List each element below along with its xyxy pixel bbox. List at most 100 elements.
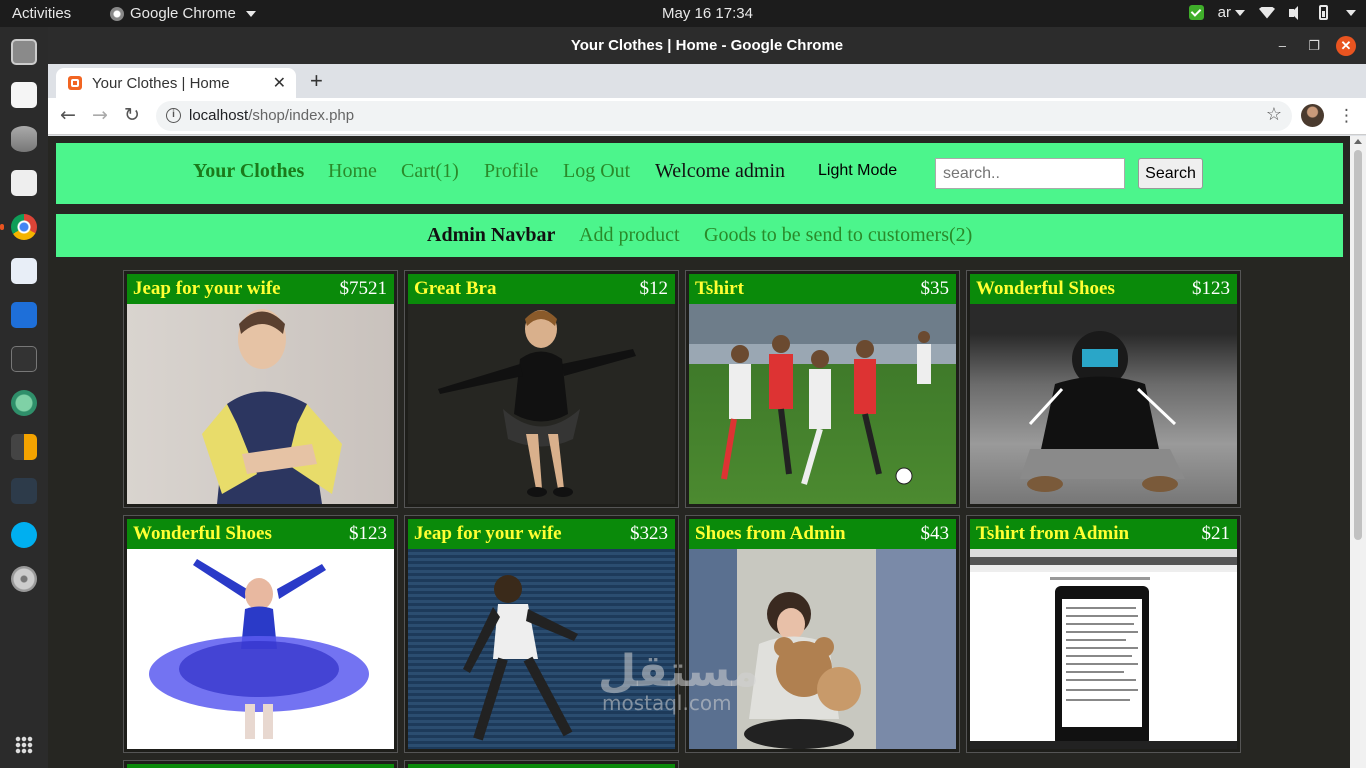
page-scrollbar[interactable] [1350, 136, 1366, 768]
product-card[interactable]: Jeap for your wife $323 [404, 515, 679, 753]
product-card[interactable]: Wonderful Shoes $123 [966, 270, 1241, 508]
chrome-icon[interactable] [0, 214, 37, 240]
product-name[interactable]: Tshirt [695, 278, 744, 300]
product-card-header: Jeap for your wife $7521 [127, 274, 394, 304]
system-tray[interactable]: ar [1188, 4, 1356, 21]
chrome-menu-icon[interactable]: ⋮ [1338, 106, 1355, 126]
product-card-header: Shoes from Admin $43 [689, 519, 956, 549]
main-navbar: Your Clothes Home Cart(1) Profile Log Ou… [56, 143, 1343, 204]
writer-icon[interactable] [11, 302, 37, 328]
chrome-window: Your Clothes | Home - Google Chrome – ❐ … [48, 27, 1366, 768]
search-input[interactable] [935, 158, 1125, 189]
product-name[interactable]: Tshirt from Admin [976, 523, 1129, 545]
product-image[interactable] [127, 549, 394, 749]
search-button[interactable]: Search [1138, 158, 1203, 189]
wifi-icon[interactable] [1259, 6, 1275, 19]
product-card[interactable]: Tshirt $35 [685, 270, 960, 508]
skype-icon[interactable] [11, 522, 37, 548]
product-price: $43 [920, 523, 950, 544]
new-tab-button[interactable]: + [310, 68, 323, 94]
system-monitor-icon[interactable] [11, 478, 37, 504]
chevron-down-icon [1235, 10, 1245, 17]
product-name[interactable]: Wonderful Shoes [133, 523, 272, 545]
terminal-icon[interactable] [11, 346, 37, 372]
product-name[interactable]: Shoes from Admin [695, 523, 846, 545]
product-image[interactable] [408, 304, 675, 504]
maximize-button[interactable]: ❐ [1308, 27, 1320, 64]
battery-icon[interactable] [1319, 5, 1328, 20]
back-arrow-icon[interactable]: ← [60, 104, 76, 126]
product-photo-crouching [1020, 331, 1185, 492]
brand-link[interactable]: Your Clothes [193, 160, 304, 183]
reload-icon[interactable]: ↻ [124, 104, 140, 126]
product-card[interactable]: Great Bra $12 [404, 270, 679, 508]
product-card[interactable]: Tshirt from Admin $21 [966, 515, 1241, 753]
database-icon[interactable] [11, 126, 37, 152]
chevron-down-icon[interactable] [1346, 9, 1356, 16]
product-image[interactable] [689, 304, 956, 504]
goods-to-send-link[interactable]: Goods to be send to customers(2) [704, 224, 972, 247]
url-path: /shop/index.php [248, 107, 355, 124]
product-name[interactable]: Jeap for your wife [414, 523, 562, 545]
product-card[interactable]: Shoes from Admin $43 [685, 515, 960, 753]
window-titlebar[interactable]: Your Clothes | Home - Google Chrome – ❐ … [48, 27, 1366, 64]
product-image[interactable] [970, 549, 1237, 749]
files-icon[interactable] [11, 39, 37, 65]
product-price: $12 [639, 278, 669, 299]
update-shield-icon[interactable] [1188, 5, 1204, 20]
product-name[interactable]: Great Bra [414, 278, 497, 300]
dock [0, 27, 48, 768]
show-applications-icon[interactable] [15, 736, 33, 754]
window-close-button[interactable]: ✕ [1336, 36, 1356, 56]
admin-navbar-title: Admin Navbar [427, 224, 556, 246]
forward-arrow-icon[interactable]: → [92, 104, 108, 126]
volume-icon[interactable] [1289, 5, 1305, 20]
product-price: $35 [920, 278, 950, 299]
product-card[interactable]: Jeap for your wife $7521 [123, 270, 398, 508]
input-source[interactable]: ar [1218, 4, 1245, 21]
text-editor-icon[interactable] [11, 82, 37, 108]
product-card[interactable] [123, 760, 398, 768]
minimize-button[interactable]: – [1279, 27, 1286, 64]
atom-icon[interactable] [11, 390, 37, 416]
product-price: $123 [349, 523, 387, 544]
product-photo-ballerina [149, 559, 369, 739]
nav-cart-link[interactable]: Cart(1) [401, 160, 459, 183]
tab-close-button[interactable]: ✕ [273, 73, 286, 93]
calculator-icon[interactable] [11, 434, 37, 460]
nav-logout-link[interactable]: Log Out [563, 160, 630, 183]
product-price: $323 [630, 523, 668, 544]
reader-icon[interactable] [11, 170, 37, 196]
product-name[interactable]: Wonderful Shoes [976, 278, 1115, 300]
address-bar[interactable]: i localhost/shop/index.php ☆ [156, 101, 1292, 131]
watermark-arabic: مستقل [598, 646, 759, 697]
light-mode-toggle[interactable]: Light Mode [818, 162, 897, 180]
nav-home-link[interactable]: Home [328, 160, 377, 183]
bookmark-star-icon[interactable]: ☆ [1266, 104, 1282, 125]
product-photo-dancer [438, 310, 636, 497]
system-top-bar: Activities Google Chrome May 16 17:34 ar [0, 0, 1366, 27]
site-info-icon[interactable]: i [166, 108, 181, 123]
scrollbar-thumb[interactable] [1354, 150, 1362, 540]
watermark: مستقل mostaql.com [598, 646, 759, 715]
clock[interactable]: May 16 17:34 [0, 5, 1366, 22]
tab-title: Your Clothes | Home [92, 75, 230, 92]
tab-strip: Your Clothes | Home ✕ + [48, 64, 1366, 98]
product-card-header [408, 764, 675, 768]
product-card[interactable]: Wonderful Shoes $123 [123, 515, 398, 753]
url-host: localhost [189, 107, 249, 124]
nav-profile-link[interactable]: Profile [484, 160, 538, 183]
scroll-up-arrow-icon[interactable] [1354, 139, 1362, 144]
document-viewer-icon[interactable] [11, 258, 37, 284]
product-photo-football [721, 331, 931, 485]
product-image[interactable] [970, 304, 1237, 504]
disc-icon[interactable] [11, 566, 37, 592]
add-product-link[interactable]: Add product [579, 224, 680, 247]
product-name[interactable]: Jeap for your wife [133, 278, 281, 300]
profile-avatar[interactable] [1301, 104, 1324, 127]
tab-home[interactable]: Your Clothes | Home ✕ [56, 68, 296, 98]
product-image[interactable] [127, 304, 394, 504]
url-text[interactable]: localhost/shop/index.php [189, 107, 354, 124]
product-card-header: Tshirt from Admin $21 [970, 519, 1237, 549]
product-card[interactable] [404, 760, 679, 768]
